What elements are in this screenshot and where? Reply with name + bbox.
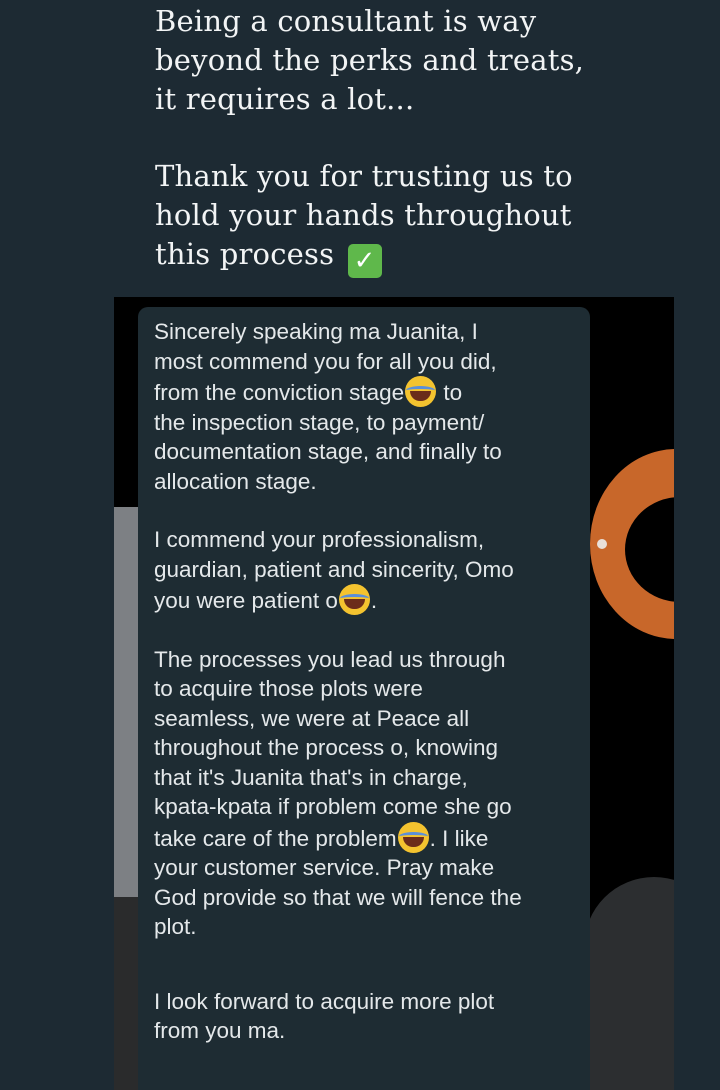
message-line: documentation stage, and finally to (154, 439, 502, 464)
face-with-tears-of-joy-icon (338, 584, 370, 615)
message-line: . I like (429, 825, 489, 851)
caption-paragraph-1: Being a consultant is way beyond the per… (155, 2, 695, 119)
message-text: Sincerely speaking ma Juanita, I most co… (154, 317, 584, 1075)
message-line: from the conviction stage (154, 380, 405, 405)
embedded-chat-screenshot: Sincerely speaking ma Juanita, I most co… (114, 297, 674, 1090)
background-figure (584, 877, 674, 1090)
message-line: to acquire those plots were (154, 676, 423, 701)
message-line: I look forward to acquire more plot (154, 988, 495, 1014)
caption-line: hold your hands throughout (155, 198, 572, 232)
caption-line: beyond the perks and treats, (155, 43, 585, 77)
message-line: throughout the process o, knowing (154, 735, 498, 760)
check-mark-icon: ✓ (347, 244, 382, 278)
message-line: plot. (154, 914, 197, 939)
message-line: take care of the problem (154, 825, 397, 851)
status-caption: Being a consultant is way beyond the per… (155, 2, 695, 278)
message-line: The processes you lead us through (154, 646, 506, 672)
message-line: from you ma. (154, 1018, 286, 1043)
message-line: kpata-kpata if problem come she go (154, 794, 512, 819)
message-line: . (370, 588, 378, 613)
message-line: Sincerely speaking ma Juanita, I (154, 319, 478, 344)
message-paragraph-4: I look forward to acquire more plot from… (154, 987, 584, 1046)
caption-line: this process (155, 237, 335, 271)
message-line: seamless, we were at Peace all (154, 705, 470, 731)
caption-line: Thank you for trusting us to (155, 159, 573, 193)
message-line: guardian, patient and sincerity, Omo (154, 556, 514, 582)
face-with-tears-of-joy-icon (397, 821, 429, 853)
message-line: allocation stage. (154, 468, 317, 494)
face-with-tears-of-joy-icon (405, 376, 437, 407)
message-line: God provide so that we will fence the (154, 884, 522, 910)
message-line: to (437, 380, 463, 405)
message-line: you were patient o (154, 588, 338, 613)
caption-line: Being a consultant is way (155, 4, 537, 38)
caption-line: it requires a lot... (155, 82, 415, 116)
message-paragraph-1: Sincerely speaking ma Juanita, I most co… (154, 317, 584, 496)
message-line: that it's Juanita that's in charge, (154, 764, 468, 790)
message-line: the inspection stage, to payment/ (154, 409, 485, 435)
message-paragraph-3: The processes you lead us through to acq… (154, 645, 584, 942)
message-line: most commend you for all you did, (154, 348, 497, 374)
message-paragraph-2: I commend your professionalism, guardian… (154, 525, 584, 616)
message-line: your customer service. Pray make (154, 855, 495, 880)
message-line: I commend your professionalism, (154, 527, 485, 552)
ring-dot (597, 539, 607, 549)
caption-paragraph-2: Thank you for trusting us to hold your h… (155, 157, 695, 278)
